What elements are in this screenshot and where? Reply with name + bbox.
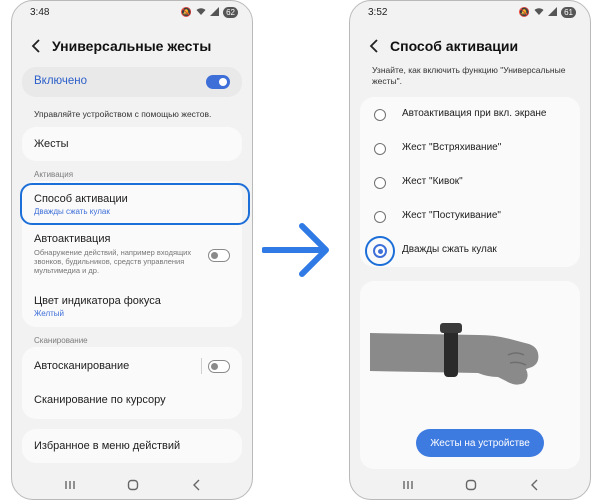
page-header: Универсальные жесты	[26, 35, 242, 57]
home-icon[interactable]	[461, 475, 481, 495]
description-text: Управляйте устройством с помощью жестов.	[34, 109, 212, 119]
wifi-icon	[196, 7, 206, 18]
radio-option-label: Автоактивация при вкл. экране	[402, 108, 547, 119]
radio-option-screen-on[interactable]: Автоактивация при вкл. экране	[360, 98, 580, 132]
phone-screen-universal-gestures: 3:48 🔕 62 Универсальные жесты Включено У…	[11, 0, 253, 500]
focus-color-value: Желтый	[34, 309, 65, 318]
cursor-scanning-row[interactable]: Сканирование по курсору	[34, 394, 166, 406]
page-header: Способ активации	[364, 35, 580, 57]
signal-icon	[210, 7, 220, 18]
radio-option-label: Жест "Встряхивание"	[402, 142, 502, 153]
fist-gesture-illustration	[360, 321, 582, 401]
wifi-icon	[534, 7, 544, 18]
status-bar: 3:52 🔕 61	[368, 7, 576, 21]
recents-icon[interactable]	[398, 475, 418, 495]
recents-icon[interactable]	[60, 475, 80, 495]
description-text: Узнайте, как включить функцию "Универсал…	[372, 65, 566, 86]
gestures-label: Жесты	[34, 138, 69, 150]
mute-icon: 🔕	[518, 7, 531, 17]
radio-button[interactable]	[374, 143, 386, 155]
focus-color-row[interactable]: Цвет индикатора фокуса Желтый	[34, 295, 161, 318]
gestures-card[interactable]: Жесты	[22, 127, 242, 161]
radio-option-tap[interactable]: Жест "Постукивание"	[360, 200, 580, 234]
auto-activation-description: Обнаружение действий, например входящих …	[34, 248, 192, 275]
activation-options-card: Автоактивация при вкл. экране Жест "Встр…	[360, 97, 580, 267]
toggle-separator	[201, 358, 202, 374]
back-arrow-icon[interactable]	[26, 36, 46, 56]
cursor-scanning-title: Сканирование по курсору	[34, 394, 166, 406]
master-switch-card[interactable]: Включено	[22, 67, 242, 97]
scanning-card: Автосканирование Сканирование по курсору	[22, 347, 242, 419]
battery-icon: 61	[561, 7, 576, 18]
phone-screen-activation-method: 3:52 🔕 61 Способ активации Узнайте, как …	[349, 0, 591, 500]
battery-icon: 62	[223, 7, 238, 18]
radio-option-double-clench[interactable]: Дважды сжать кулак	[360, 234, 580, 268]
status-bar: 3:48 🔕 62	[30, 7, 238, 21]
auto-scanning-toggle[interactable]	[208, 360, 230, 373]
page-title: Способ активации	[390, 38, 519, 54]
arrow-right-icon	[261, 222, 332, 278]
back-nav-icon[interactable]	[187, 475, 207, 495]
auto-activation-title: Автоактивация	[34, 233, 111, 245]
section-label-scanning: Сканирование	[34, 336, 88, 345]
page-title: Универсальные жесты	[52, 38, 212, 54]
master-toggle[interactable]	[206, 75, 230, 89]
radio-button[interactable]	[374, 109, 386, 121]
back-arrow-icon[interactable]	[364, 36, 384, 56]
master-switch-label: Включено	[34, 75, 88, 87]
status-icons: 🔕 61	[519, 7, 576, 18]
auto-activation-row[interactable]: Автоактивация Обнаружение действий, напр…	[34, 233, 204, 275]
radio-button[interactable]	[374, 177, 386, 189]
auto-scanning-row[interactable]: Автосканирование	[34, 360, 129, 372]
auto-scanning-title: Автосканирование	[34, 360, 130, 372]
radio-option-label: Дважды сжать кулак	[402, 244, 497, 255]
radio-option-label: Жест "Постукивание"	[402, 210, 501, 221]
status-icons: 🔕 62	[181, 7, 238, 18]
radio-option-nod[interactable]: Жест "Кивок"	[360, 166, 580, 200]
navigation-bar	[12, 475, 252, 495]
radio-option-label: Жест "Кивок"	[402, 176, 463, 187]
back-nav-icon[interactable]	[525, 475, 545, 495]
auto-activation-toggle[interactable]	[208, 249, 230, 262]
device-gestures-button[interactable]: Жесты на устройстве	[416, 429, 544, 457]
status-time: 3:48	[30, 7, 50, 18]
activation-method-highlight	[20, 183, 250, 225]
signal-icon	[548, 7, 558, 18]
mute-icon: 🔕	[180, 7, 193, 17]
section-label-activation: Активация	[34, 170, 74, 179]
radio-button-selected[interactable]	[373, 244, 387, 258]
status-time: 3:52	[368, 7, 388, 18]
favorites-title: Избранное в меню действий	[34, 440, 181, 452]
navigation-bar	[350, 475, 590, 495]
favorites-card[interactable]: Избранное в меню действий	[22, 429, 242, 463]
home-icon[interactable]	[123, 475, 143, 495]
radio-button[interactable]	[374, 211, 386, 223]
focus-color-title: Цвет индикатора фокуса	[34, 295, 161, 307]
illustration-card: Жесты на устройстве	[360, 281, 580, 469]
radio-option-shake[interactable]: Жест "Встряхивание"	[360, 132, 580, 166]
